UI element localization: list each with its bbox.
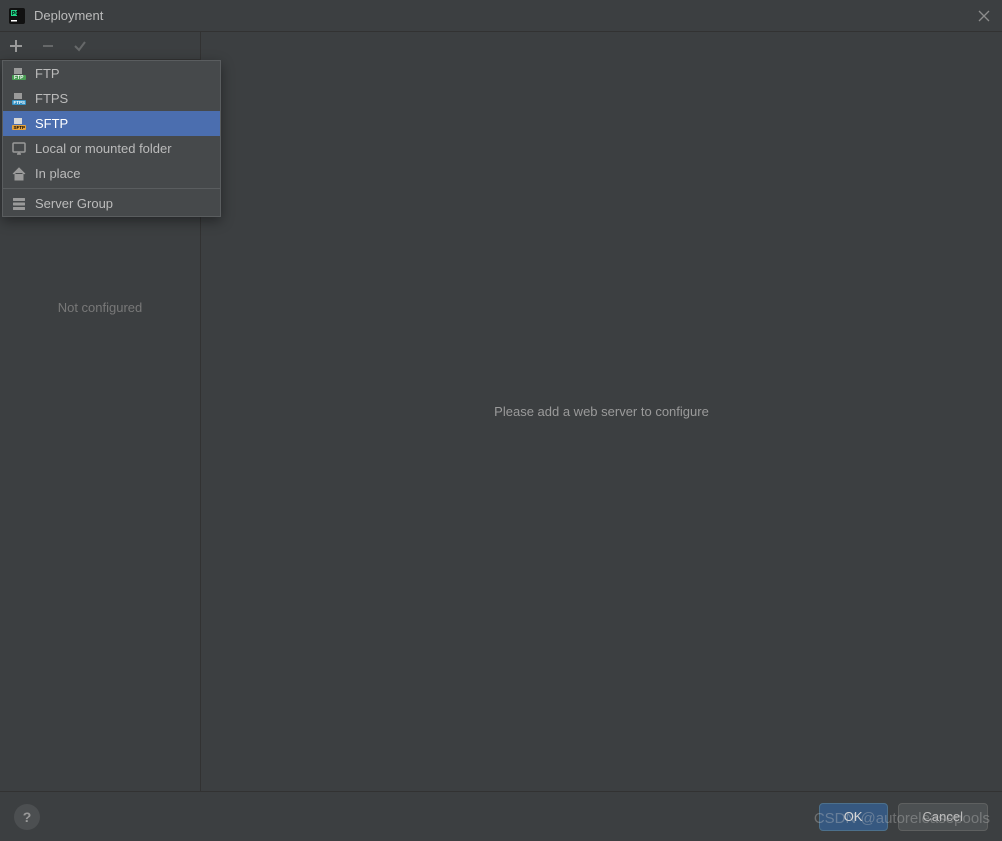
help-button[interactable]: ? (14, 804, 40, 830)
cancel-button[interactable]: Cancel (898, 803, 988, 831)
ftp-icon: FTP (11, 66, 27, 82)
menu-item-label: In place (35, 166, 81, 181)
svg-text:FTPS: FTPS (14, 100, 26, 105)
menu-item-server-group[interactable]: Server Group (3, 191, 220, 216)
menu-item-sftp[interactable]: SFTP SFTP (3, 111, 220, 136)
sidebar-toolbar (0, 32, 200, 60)
ftps-icon: FTPS (11, 91, 27, 107)
sftp-icon: SFTP (11, 116, 27, 132)
svg-text:SFTP: SFTP (14, 125, 26, 130)
menu-item-label: Local or mounted folder (35, 141, 172, 156)
footer: ? OK Cancel (0, 791, 1002, 841)
svg-text:PC: PC (12, 11, 19, 17)
check-button (70, 36, 90, 56)
menu-item-label: FTPS (35, 91, 68, 106)
window-title: Deployment (34, 8, 974, 23)
menu-item-ftp[interactable]: FTP FTP (3, 61, 220, 86)
monitor-icon (11, 141, 27, 157)
menu-item-local[interactable]: Local or mounted folder (3, 136, 220, 161)
ok-button[interactable]: OK (819, 803, 888, 831)
add-server-menu: FTP FTP FTPS FTPS SFTP SFTP (2, 60, 221, 217)
svg-text:FTP: FTP (14, 75, 24, 81)
home-icon (11, 166, 27, 182)
app-icon: PC (8, 7, 26, 25)
menu-item-label: Server Group (35, 196, 113, 211)
server-group-icon (11, 196, 27, 212)
menu-item-label: SFTP (35, 116, 68, 131)
close-icon[interactable] (974, 6, 994, 26)
menu-item-inplace[interactable]: In place (3, 161, 220, 186)
add-button[interactable] (6, 36, 26, 56)
menu-divider (3, 188, 220, 189)
main-content: Please add a web server to configure (201, 32, 1002, 791)
empty-state-text: Please add a web server to configure (494, 404, 709, 419)
remove-button (38, 36, 58, 56)
menu-item-label: FTP (35, 66, 60, 81)
menu-item-ftps[interactable]: FTPS FTPS (3, 86, 220, 111)
titlebar: PC Deployment (0, 0, 1002, 32)
